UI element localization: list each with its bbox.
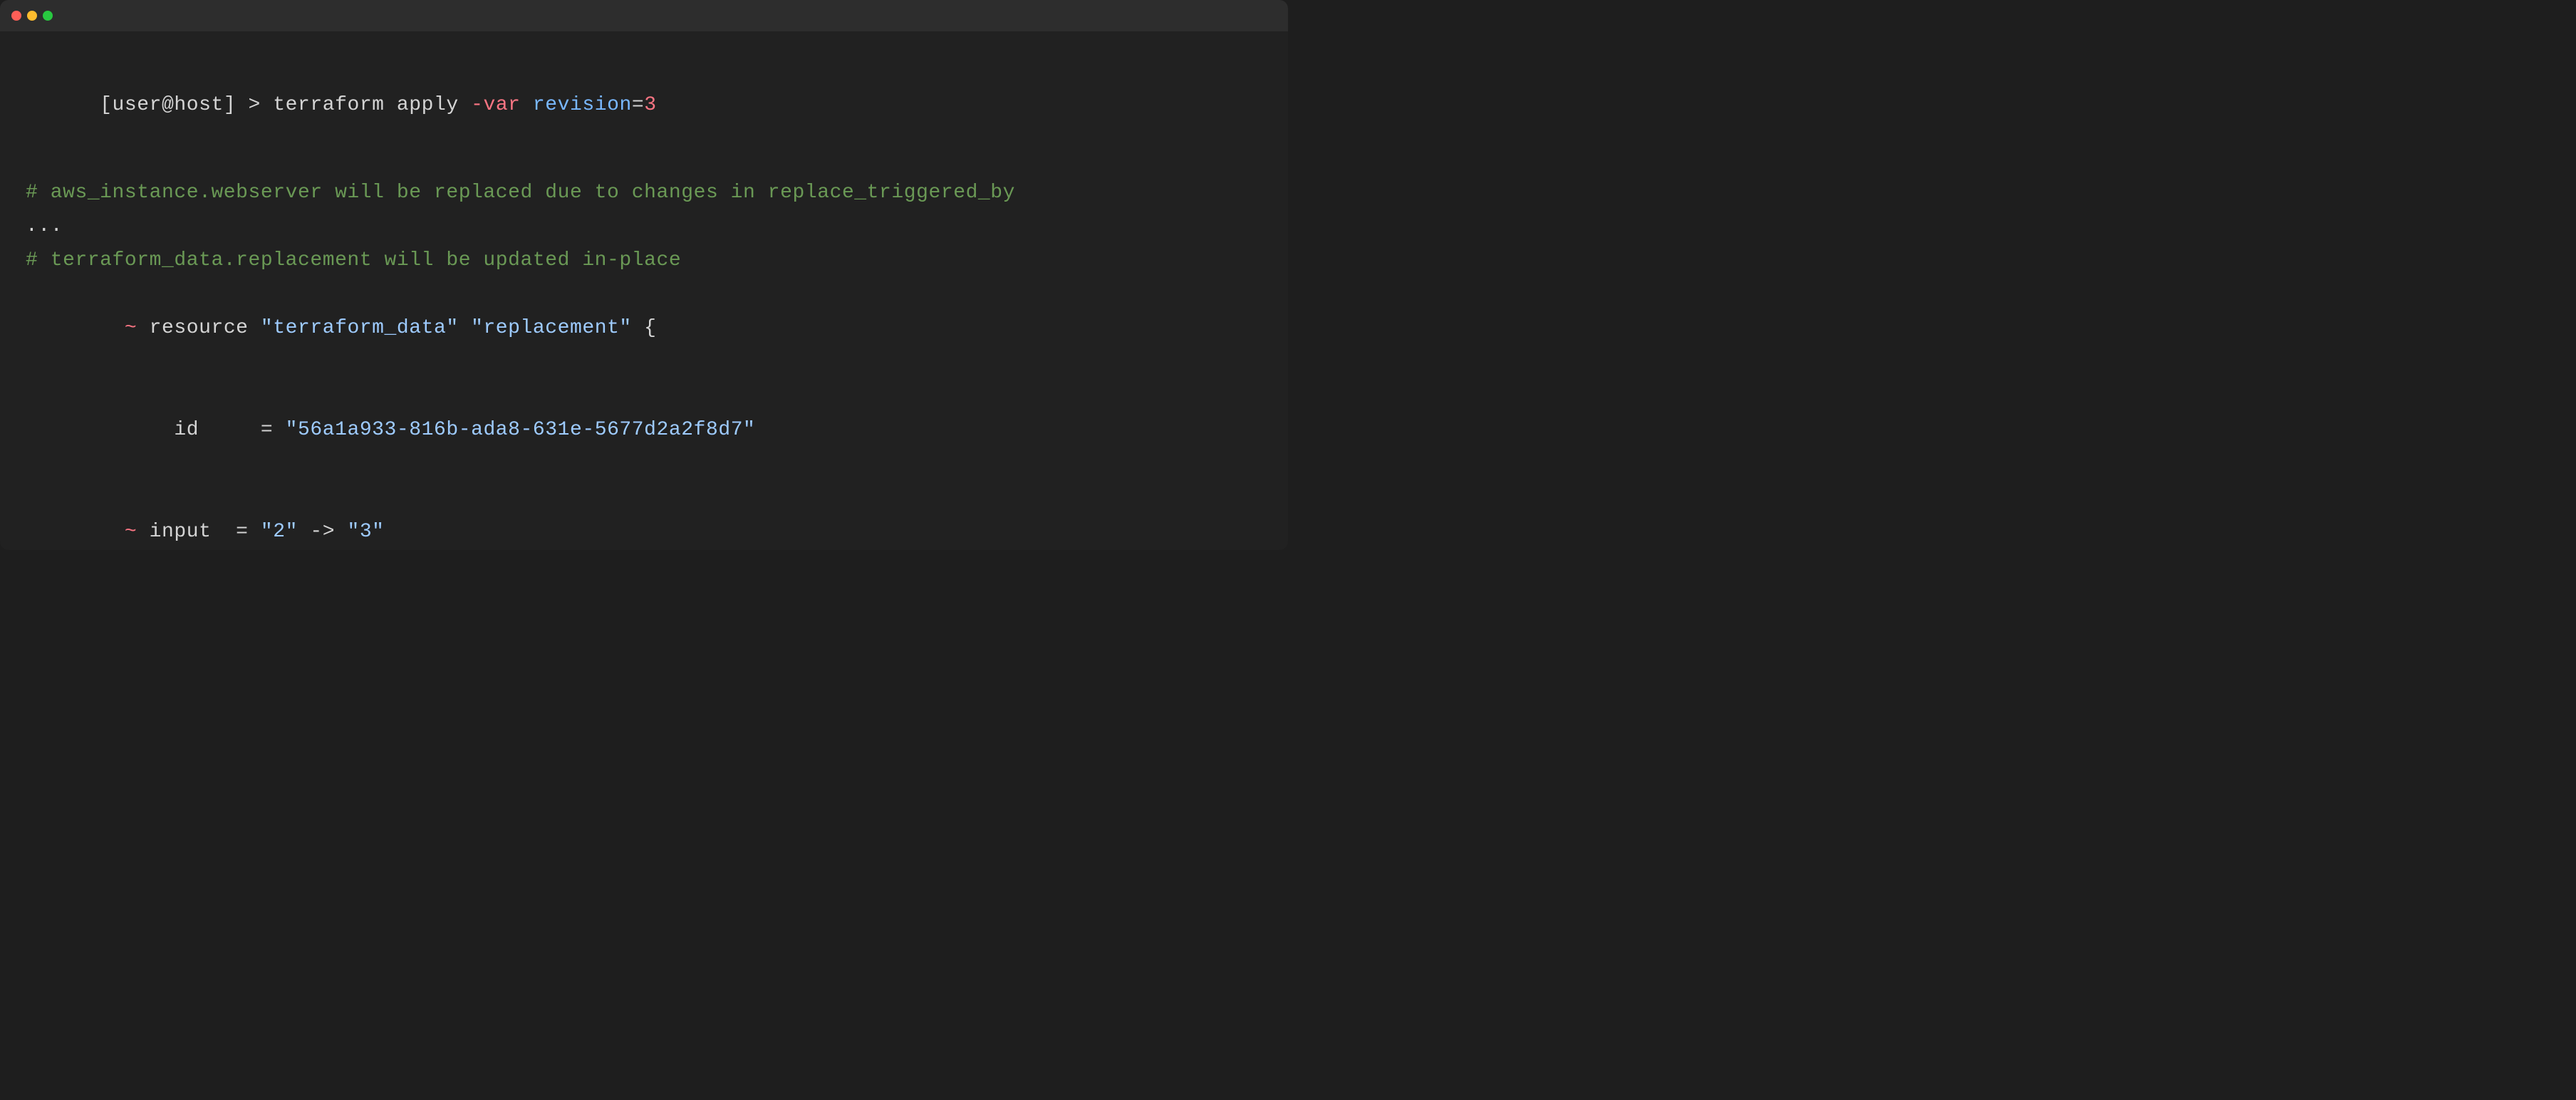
terminal-window: [user@host] > terraform apply -var revis…	[0, 0, 1288, 550]
resource-type: "terraform_data"	[261, 317, 459, 339]
command-line: [user@host] > terraform apply -var revis…	[26, 54, 1262, 156]
command-var-name: revision	[533, 94, 632, 116]
prompt: [user@host] >	[100, 94, 273, 116]
resource-brace: {	[632, 317, 657, 339]
close-button[interactable]	[11, 11, 21, 21]
id-line: id = "56a1a933-816b-ada8-631e-5677d2a2f8…	[26, 379, 1262, 481]
input-new: "3"	[347, 521, 384, 543]
resource-keyword: resource	[150, 317, 261, 339]
resource-name: "replacement"	[459, 317, 632, 339]
input-key: input =	[150, 521, 261, 543]
terminal-content: [user@host] > terraform apply -var revis…	[0, 31, 1288, 550]
comment-line-2: # terraform_data.replacement will be upd…	[26, 244, 1262, 278]
titlebar	[0, 0, 1288, 31]
id-value: "56a1a933-816b-ada8-631e-5677d2a2f8d7"	[286, 419, 756, 441]
ellipsis-line-1: ...	[26, 209, 1262, 244]
resource-tilde: ~	[100, 317, 149, 339]
maximize-button[interactable]	[43, 11, 53, 21]
input-arrow: ->	[298, 521, 347, 543]
id-key: id =	[100, 419, 285, 441]
command-flag: -var	[471, 94, 520, 116]
input-line: ~ input = "2" -> "3"	[26, 481, 1262, 550]
command-terraform: terraform apply	[273, 94, 471, 116]
resource-line: ~ resource "terraform_data" "replacement…	[26, 278, 1262, 380]
blank-line-1	[26, 156, 1262, 176]
command-var-value: 3	[644, 94, 656, 116]
input-old: "2"	[261, 521, 298, 543]
input-tilde: ~	[100, 521, 149, 543]
command-space	[521, 94, 533, 116]
command-equals: =	[632, 94, 644, 116]
minimize-button[interactable]	[27, 11, 37, 21]
comment-line-1: # aws_instance.webserver will be replace…	[26, 176, 1262, 210]
